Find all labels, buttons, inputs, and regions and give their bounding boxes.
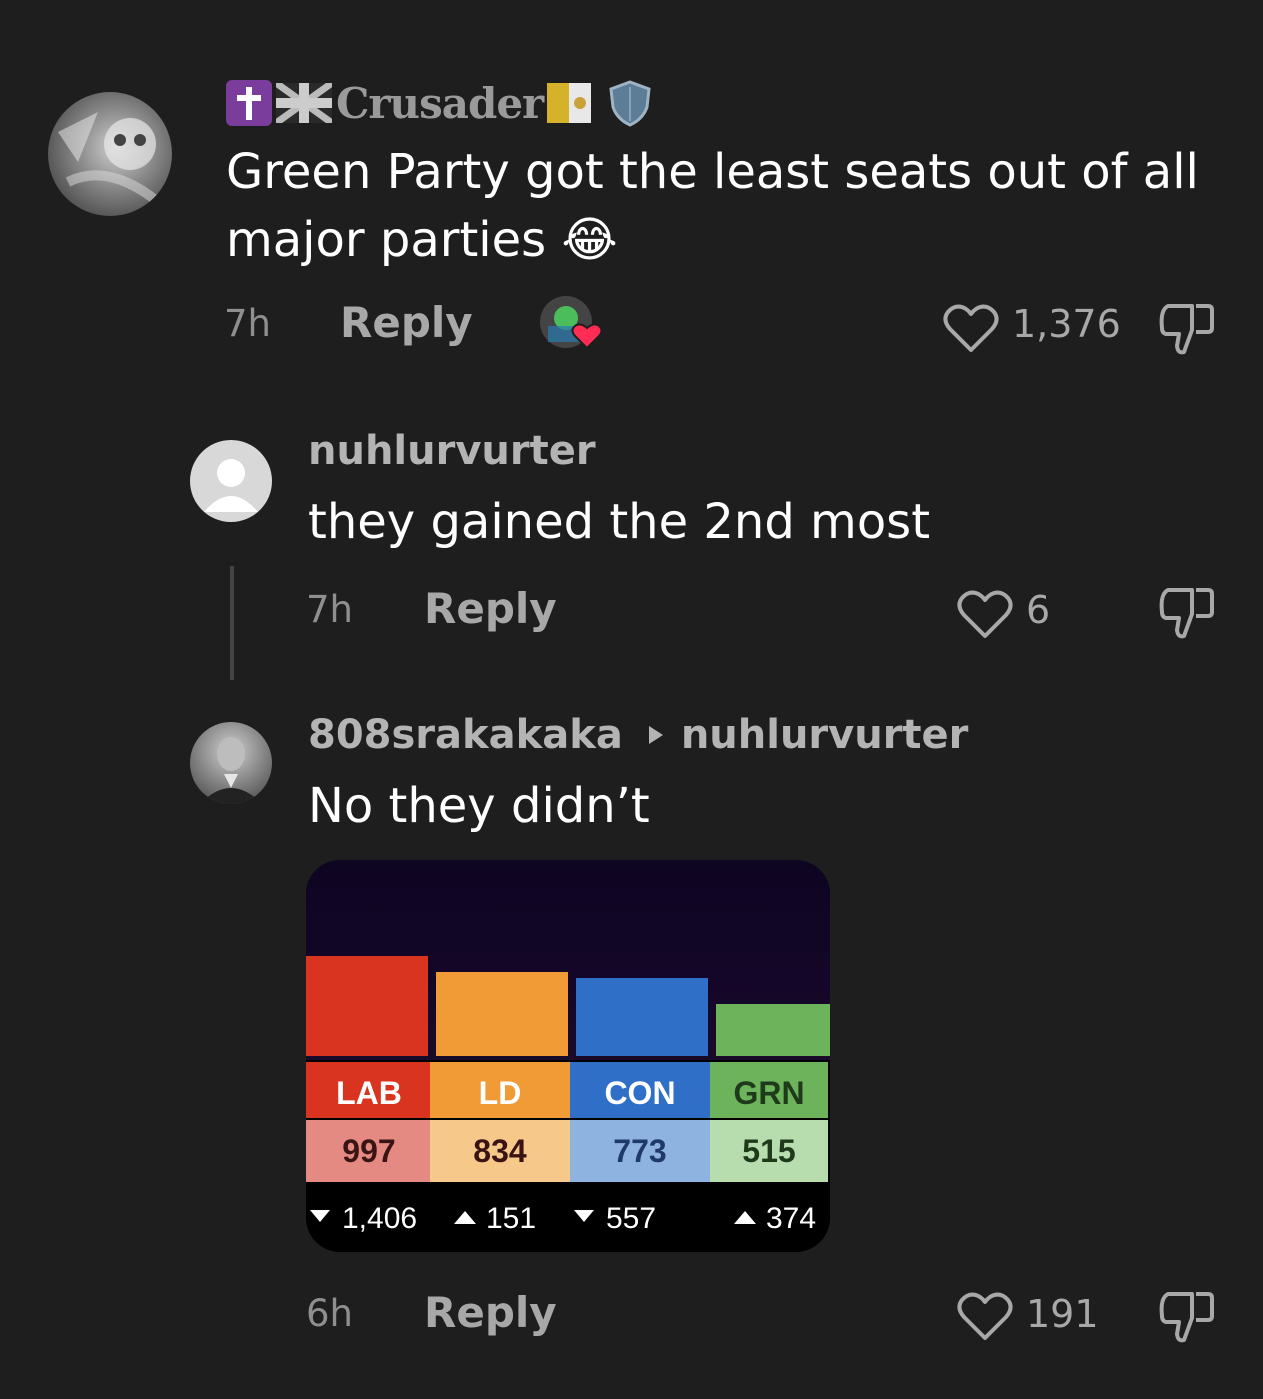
seat-value-ld: 834 <box>473 1133 527 1169</box>
seat-change-lab: 1,406 <box>342 1202 417 1235</box>
reply-to-username[interactable]: nuhlurvurter <box>681 712 969 758</box>
thumbs-down-icon <box>1159 1292 1214 1343</box>
down-arrow-icon <box>574 1210 594 1222</box>
reply-button[interactable]: Reply <box>340 298 473 347</box>
like-button[interactable] <box>942 302 1000 354</box>
creator-liked-badge <box>538 296 604 352</box>
reply-button[interactable]: Reply <box>424 584 557 633</box>
thumbs-down-icon <box>1159 588 1214 639</box>
thumbs-down-icon <box>1159 304 1214 355</box>
comment-text: No they didn’t <box>308 778 650 834</box>
seat-value-con: 773 <box>613 1133 666 1169</box>
username-row: Crusader <box>226 78 655 128</box>
party-label-ld: LD <box>479 1075 522 1111</box>
like-count: 6 <box>1026 588 1051 632</box>
anime-avatar-image <box>58 112 162 206</box>
comment-text: Green Party got the least seats out of a… <box>226 138 1236 274</box>
seat-change-ld: 151 <box>486 1202 536 1235</box>
default-user-icon <box>204 459 258 512</box>
like-count: 1,376 <box>1012 302 1121 346</box>
username-crusader[interactable]: Crusader <box>336 79 544 128</box>
dislike-button[interactable] <box>1156 1288 1216 1350</box>
laughing-emoji: 😂 <box>561 212 618 268</box>
seat-value-grn: 515 <box>742 1133 795 1169</box>
shield-icon <box>605 79 655 127</box>
heart-icon <box>957 1292 1013 1340</box>
like-button[interactable] <box>956 588 1014 644</box>
heart-icon <box>957 590 1013 638</box>
bar-lab <box>306 956 428 1056</box>
username-row: 808srakakaka nuhlurvurter <box>308 712 968 758</box>
uk-flag-icon <box>273 80 335 126</box>
vatican-flag-icon <box>547 83 592 123</box>
comment-text-line-2: major parties 😂 <box>226 206 1236 274</box>
party-label-lab: LAB <box>336 1075 402 1111</box>
username-nuhlurvurter[interactable]: nuhlurvurter <box>308 428 596 474</box>
like-count: 191 <box>1026 1292 1099 1336</box>
latin-cross-icon <box>226 80 272 126</box>
comment-timestamp: 7h <box>224 302 271 345</box>
portrait-photo <box>200 737 262 804</box>
seat-change-con: 557 <box>606 1202 656 1235</box>
bar-ld <box>436 972 568 1056</box>
seat-change-chart: LAB 997 1,406 LD 834 151 CON 773 557 GRN 515 374 <box>306 956 830 1235</box>
attached-image-chart[interactable]: LAB 997 1,406 LD 834 151 CON 773 557 GRN 515 374 <box>306 860 830 1252</box>
up-arrow-icon <box>734 1211 756 1224</box>
triangle-right-icon <box>648 726 663 744</box>
reply-button[interactable]: Reply <box>424 1288 557 1337</box>
comment-text-line-1: Green Party got the least seats out of a… <box>226 144 1199 200</box>
down-arrow-icon <box>310 1210 330 1222</box>
seat-value-lab: 997 <box>342 1133 395 1169</box>
like-button[interactable] <box>956 1290 1014 1346</box>
dislike-button[interactable] <box>1156 584 1216 646</box>
up-arrow-icon <box>454 1211 476 1224</box>
seat-change-grn: 374 <box>766 1202 816 1235</box>
avatar-crusader[interactable] <box>48 92 172 216</box>
comment-timestamp: 6h <box>306 1292 353 1335</box>
comment-timestamp: 7h <box>306 588 353 631</box>
comment-text: they gained the 2nd most <box>308 494 931 550</box>
party-label-grn: GRN <box>733 1075 804 1111</box>
party-label-con: CON <box>604 1075 675 1111</box>
dislike-button[interactable] <box>1156 300 1216 362</box>
thread-line <box>230 566 234 680</box>
username-808srakakaka[interactable]: 808srakakaka <box>308 712 623 758</box>
bar-grn <box>716 1004 830 1056</box>
avatar-portrait[interactable] <box>190 722 272 804</box>
bar-con <box>576 978 708 1056</box>
heart-icon <box>943 304 999 352</box>
comment-text-line-2-text: major parties <box>226 212 547 268</box>
avatar-default[interactable] <box>190 440 272 522</box>
